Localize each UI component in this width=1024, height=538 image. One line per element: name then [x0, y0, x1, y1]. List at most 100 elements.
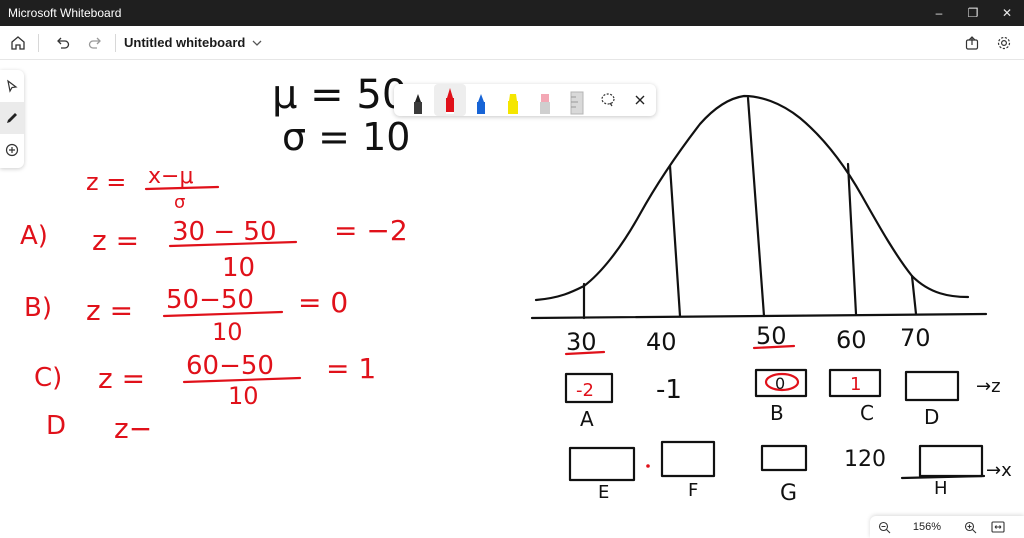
whiteboard-title[interactable]: Untitled whiteboard: [124, 35, 245, 50]
step-d-lhs: z−: [114, 412, 152, 445]
sd-label: σ = 10: [282, 115, 410, 159]
z-label-c: C: [860, 401, 874, 425]
z-value-c: 1: [850, 374, 861, 395]
zoom-in-button[interactable]: [956, 516, 984, 538]
tick-label-40: 40: [646, 328, 677, 356]
blue-pen-button[interactable]: [466, 84, 498, 116]
redo-button[interactable]: [81, 29, 109, 57]
x-box-h: [918, 444, 984, 478]
step-c-numerator: 60−50: [186, 351, 274, 381]
z-label-d: D: [924, 405, 939, 429]
step-c-denominator: 10: [228, 382, 259, 410]
x-axis: [530, 312, 988, 320]
step-b-denominator: 10: [212, 318, 243, 346]
close-toolbar-button[interactable]: [624, 84, 656, 116]
restore-button[interactable]: ❐: [956, 0, 990, 26]
fit-to-screen-button[interactable]: [984, 516, 1012, 538]
app-bar: Untitled whiteboard: [0, 26, 1024, 60]
formula-denominator: σ: [174, 192, 185, 213]
select-tool-button[interactable]: [0, 70, 24, 102]
pen-icon: [7, 113, 17, 123]
z-value-40: -1: [656, 375, 682, 405]
mean-label: μ = 50: [272, 72, 407, 118]
step-b-numerator: 50−50: [166, 285, 254, 315]
eraser-icon: [539, 94, 550, 114]
z-label-a: A: [580, 407, 594, 431]
x-value-120: 120: [844, 447, 886, 472]
x-label-f: F: [688, 480, 698, 501]
add-button[interactable]: [0, 134, 24, 166]
lasso-button[interactable]: [593, 84, 625, 116]
inking-tool-button[interactable]: [0, 102, 24, 134]
eraser-button[interactable]: [529, 84, 561, 116]
window-title: Microsoft Whiteboard: [8, 6, 122, 20]
tick-label-60: 60: [836, 326, 867, 354]
step-a-result: = −2: [334, 214, 408, 247]
zoom-level[interactable]: 156%: [898, 521, 956, 533]
red-dot: [646, 464, 650, 468]
z-label-b: B: [770, 401, 784, 425]
minimize-button[interactable]: –: [922, 0, 956, 26]
step-b-label: B): [24, 293, 52, 323]
zoom-out-button[interactable]: [870, 516, 898, 538]
tick-label-70: 70: [900, 324, 931, 352]
redo-icon: [88, 37, 101, 49]
step-c-lhs: z =: [98, 362, 145, 395]
black-pen-button[interactable]: [402, 84, 434, 116]
z-value-b: 0: [775, 374, 785, 393]
z-box-d: [904, 370, 960, 402]
tool-rail: [0, 70, 24, 168]
gear-icon: [997, 36, 1011, 49]
tick-line-50: [746, 96, 766, 318]
close-window-button[interactable]: ✕: [990, 0, 1024, 26]
title-menu-button[interactable]: [251, 37, 263, 49]
x-label-g: G: [780, 481, 797, 506]
step-a-denominator: 10: [222, 253, 255, 283]
home-button[interactable]: [4, 29, 32, 57]
ruler-icon: [570, 91, 584, 115]
highlighter-icon: [508, 94, 519, 114]
close-icon: [635, 95, 645, 105]
highlighter-button[interactable]: [497, 84, 529, 116]
step-b-result: = 0: [298, 286, 348, 319]
share-icon: [965, 35, 979, 50]
tick-line-40: [668, 164, 682, 318]
ruler-button[interactable]: [561, 84, 593, 116]
step-b-lhs: z =: [86, 294, 133, 327]
x-box-g: [760, 444, 808, 472]
chevron-down-icon: [252, 40, 262, 46]
bell-curve: [534, 94, 970, 302]
settings-button[interactable]: [990, 29, 1018, 57]
divider: [115, 33, 116, 52]
x-label-h: H: [934, 478, 948, 499]
divider: [38, 33, 39, 52]
zoom-in-icon: [964, 521, 976, 533]
x-box-e: [568, 446, 636, 482]
undo-button[interactable]: [49, 29, 77, 57]
step-d-label: D: [46, 411, 66, 441]
tick-line-60: [846, 162, 858, 316]
home-icon: [11, 35, 25, 50]
undo-icon: [57, 37, 70, 49]
step-c-label: C): [34, 363, 62, 393]
x-label-e: E: [598, 482, 609, 503]
ink-toolbar: [394, 84, 656, 116]
step-a-lhs: z =: [92, 224, 139, 257]
fit-screen-icon: [991, 521, 1005, 533]
pen-icon: [445, 88, 454, 114]
zoom-out-icon: [878, 521, 890, 533]
x-row-arrow: →x: [986, 460, 1012, 481]
pointer-icon: [7, 79, 18, 93]
window-title-bar: Microsoft Whiteboard – ❐ ✕: [0, 0, 1024, 26]
step-a-label: A): [20, 221, 48, 251]
share-button[interactable]: [958, 29, 986, 57]
whiteboard-canvas[interactable]: μ = 50 σ = 10 z = x−μ σ A) z = 30 − 50 1…: [0, 61, 1024, 538]
x-box-f: [660, 440, 716, 478]
z-value-a: -2: [576, 380, 594, 401]
red-pen-button[interactable]: [433, 84, 466, 116]
lasso-icon: [601, 93, 615, 107]
z-row-arrow: →z: [976, 376, 1001, 397]
plus-circle-icon: [5, 143, 19, 157]
zoom-controls: 156%: [870, 516, 1024, 538]
pen-icon: [477, 94, 486, 114]
